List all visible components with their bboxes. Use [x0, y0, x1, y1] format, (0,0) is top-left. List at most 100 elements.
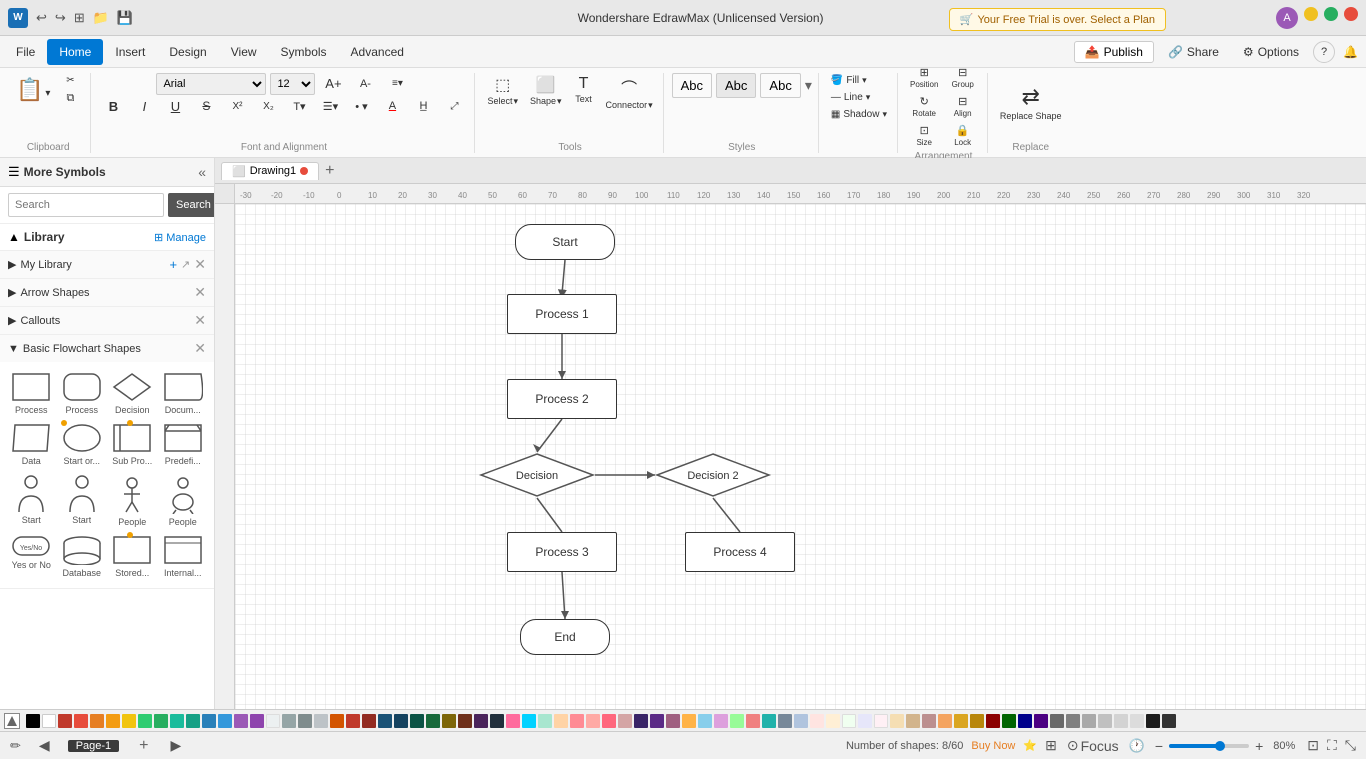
- color-swatch[interactable]: [378, 714, 392, 728]
- canvas[interactable]: Start Process 1 Process 2 Decisi: [235, 204, 1366, 709]
- color-swatch[interactable]: [602, 714, 616, 728]
- callouts-header[interactable]: ▶ Callouts ✕: [0, 307, 214, 334]
- canvas-wrapper[interactable]: -30-20-10 01020 304050 607080 90100110 1…: [215, 184, 1366, 709]
- color-swatch[interactable]: [650, 714, 664, 728]
- expand-font-button[interactable]: ⤢: [440, 99, 468, 114]
- color-swatch[interactable]: [586, 714, 600, 728]
- sidebar-collapse-button[interactable]: «: [198, 164, 206, 180]
- color-swatch[interactable]: [922, 714, 936, 728]
- list-item[interactable]: Database: [59, 533, 106, 580]
- notifications-button[interactable]: 🔔: [1339, 45, 1362, 59]
- list-item[interactable]: Process: [59, 370, 106, 417]
- zoom-slider-track[interactable]: [1169, 744, 1249, 748]
- manage-library-button[interactable]: ⊞ Manage: [154, 231, 206, 244]
- color-swatch[interactable]: [458, 714, 472, 728]
- copy-button[interactable]: ⧉: [56, 90, 84, 107]
- shape-decision2[interactable]: Decision 2: [655, 452, 771, 498]
- focus-button[interactable]: ⊙ Focus: [1065, 737, 1121, 754]
- color-swatch[interactable]: [1162, 714, 1176, 728]
- color-swatch[interactable]: [314, 714, 328, 728]
- color-swatch[interactable]: [362, 714, 376, 728]
- color-swatch[interactable]: [1066, 714, 1080, 728]
- paste-dropdown[interactable]: ▾: [45, 88, 50, 99]
- list-button[interactable]: ☰▾: [316, 98, 344, 115]
- list-item[interactable]: Data: [8, 421, 55, 468]
- list-item[interactable]: People: [160, 472, 207, 529]
- my-library-header[interactable]: ▶ My Library + ↗ ✕: [0, 251, 214, 278]
- page-nav-left[interactable]: ◀: [37, 737, 52, 754]
- color-swatch[interactable]: [58, 714, 72, 728]
- close-callouts-button[interactable]: ✕: [194, 312, 206, 329]
- fill-button[interactable]: 🪣 Fill▾: [827, 73, 871, 88]
- window-open[interactable]: 📁: [93, 10, 109, 26]
- fit-page-button[interactable]: ⊡: [1307, 737, 1319, 754]
- lock-button[interactable]: 🔒 Lock: [944, 122, 980, 149]
- color-swatch[interactable]: [554, 714, 568, 728]
- list-item[interactable]: Docum...: [160, 370, 207, 417]
- color-swatch[interactable]: [266, 714, 280, 728]
- color-swatch[interactable]: [858, 714, 872, 728]
- help-button[interactable]: ?: [1313, 41, 1335, 63]
- list-item[interactable]: Stored...: [109, 533, 156, 580]
- add-page-button[interactable]: +: [135, 737, 152, 755]
- color-swatch[interactable]: [746, 714, 760, 728]
- font-size-select[interactable]: 12: [270, 73, 315, 95]
- color-swatch[interactable]: [506, 714, 520, 728]
- list-item[interactable]: Start or...: [59, 421, 106, 468]
- color-swatch[interactable]: [346, 714, 360, 728]
- window-undo[interactable]: ↩: [36, 10, 47, 26]
- close-arrow-button[interactable]: ✕: [194, 284, 206, 301]
- color-swatch[interactable]: [842, 714, 856, 728]
- color-swatch[interactable]: [1098, 714, 1112, 728]
- color-swatch[interactable]: [234, 714, 248, 728]
- fullscreen-button[interactable]: ⛶: [1327, 737, 1337, 754]
- color-swatch[interactable]: [170, 714, 184, 728]
- color-swatch[interactable]: [442, 714, 456, 728]
- color-swatch[interactable]: [106, 714, 120, 728]
- list-item[interactable]: Sub Pro...: [109, 421, 156, 468]
- color-swatch[interactable]: [874, 714, 888, 728]
- text-style-3[interactable]: Abc: [760, 73, 800, 98]
- share-button[interactable]: 🔗 Share: [1158, 41, 1229, 63]
- color-swatch[interactable]: [1034, 714, 1048, 728]
- font-family-select[interactable]: Arial: [156, 73, 266, 95]
- color-swatch[interactable]: [618, 714, 632, 728]
- list-item[interactable]: Start: [59, 472, 106, 529]
- color-swatch[interactable]: [1146, 714, 1160, 728]
- color-swatch[interactable]: [714, 714, 728, 728]
- font-increase-button[interactable]: A+: [319, 74, 347, 93]
- color-swatch[interactable]: [762, 714, 776, 728]
- list-item[interactable]: Decision: [109, 370, 156, 417]
- color-swatch[interactable]: [1050, 714, 1064, 728]
- trial-banner[interactable]: 🛒 Your Free Trial is over. Select a Plan: [949, 8, 1166, 31]
- color-swatch[interactable]: [1114, 714, 1128, 728]
- color-swatch[interactable]: [74, 714, 88, 728]
- bold-button[interactable]: B: [99, 97, 127, 116]
- underline-button[interactable]: U: [161, 97, 189, 116]
- paste-button[interactable]: 📋 ▾: [12, 77, 54, 103]
- close-lib-button[interactable]: ✕: [194, 256, 206, 273]
- italic-button[interactable]: I: [130, 97, 158, 116]
- list-item[interactable]: People: [109, 472, 156, 529]
- shape-process3[interactable]: Process 3: [507, 532, 617, 572]
- shape-button[interactable]: ⬜ Shape▾: [526, 73, 566, 109]
- tab-drawing1[interactable]: ⬜ Drawing1: [221, 162, 319, 180]
- color-swatch[interactable]: [682, 714, 696, 728]
- page-tab-active[interactable]: Page-1: [68, 740, 119, 752]
- color-swatch[interactable]: [938, 714, 952, 728]
- add-tab-button[interactable]: +: [321, 162, 338, 180]
- close-flowchart-button[interactable]: ✕: [194, 340, 206, 357]
- color-swatch[interactable]: [986, 714, 1000, 728]
- size-button[interactable]: ⊡ Size: [906, 122, 942, 149]
- color-indicator[interactable]: [4, 713, 20, 729]
- color-swatch[interactable]: [634, 714, 648, 728]
- page-nav-right[interactable]: ▶: [169, 737, 184, 754]
- search-button[interactable]: Search: [168, 193, 215, 217]
- color-swatch[interactable]: [1082, 714, 1096, 728]
- zoom-slider-thumb[interactable]: [1215, 741, 1225, 751]
- menu-item-design[interactable]: Design: [157, 39, 218, 65]
- list-item[interactable]: Process: [8, 370, 55, 417]
- color-swatch[interactable]: [42, 714, 56, 728]
- color-swatch[interactable]: [890, 714, 904, 728]
- group-button[interactable]: ⊟ Group: [944, 64, 980, 91]
